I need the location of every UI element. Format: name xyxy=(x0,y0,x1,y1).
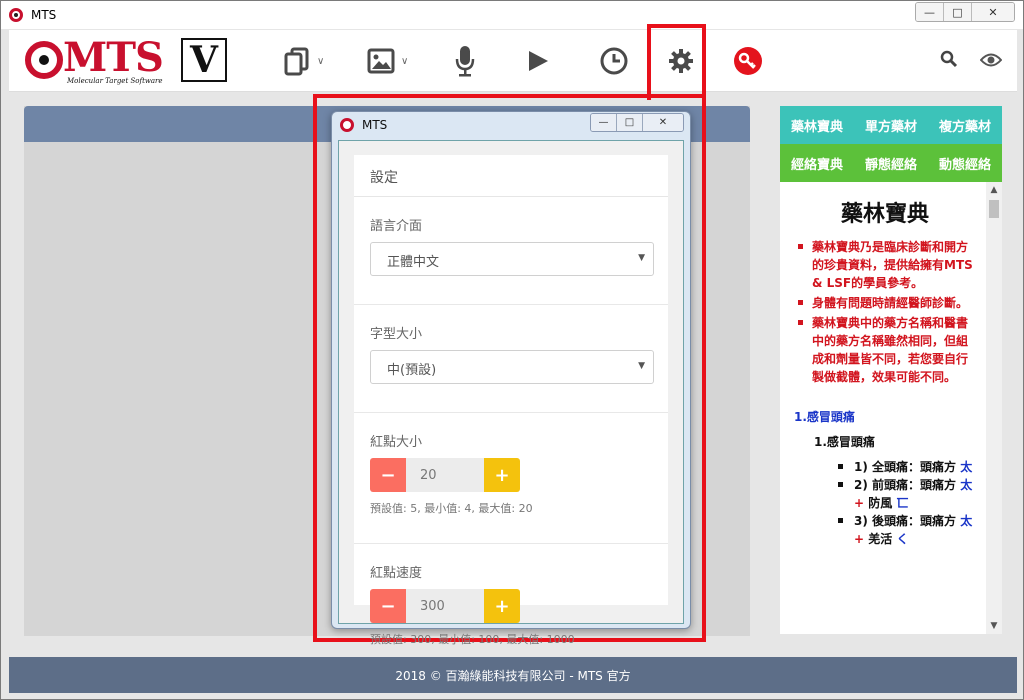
app-icon xyxy=(9,8,23,22)
formula-list: 1) 全頭痛：頭痛方 太 2) 前頭痛：頭痛方 太 + 防風 匸 3) 後頭痛：… xyxy=(836,458,976,548)
language-value: 正體中文 xyxy=(387,255,440,270)
dialog-title-bar: MTS — □ ✕ xyxy=(332,112,690,138)
chevron-down-icon: ∨ xyxy=(401,55,409,67)
font-size-section: 字型大小 中(預設) ▼ xyxy=(354,323,668,413)
font-size-select[interactable]: 中(預設) ▼ xyxy=(370,350,654,384)
sidebar-content: 藥林寶典 藥林寶典乃是臨床診斷和開方的珍貴資料，提供給擁有MTS & LSF的學… xyxy=(780,182,986,634)
note-item: 身體有問題時請經醫師診斷。 xyxy=(794,294,976,312)
chevron-down-icon: ▼ xyxy=(638,253,645,263)
tab-compound-herbs[interactable]: 複方藥材 xyxy=(928,106,1002,144)
app-toolbar: MTS Molecular Target Software V ∨ ∨ xyxy=(9,30,1017,92)
dot-speed-increase-button[interactable]: + xyxy=(484,589,520,623)
list-item: 3) 後頭痛：頭痛方 太 + 羌活 く xyxy=(836,512,976,548)
version-badge[interactable]: V xyxy=(181,38,227,82)
scroll-thumb[interactable] xyxy=(989,200,999,218)
scroll-down-icon[interactable]: ▼ xyxy=(986,618,1002,634)
dot-size-section: 紅點大小 − 20 + 預設值: 5, 最小值: 4, 最大值: 20 xyxy=(354,431,668,544)
settings-dialog: MTS — □ ✕ 設定 語言介面 正體中文 ▼ 字型大小 中(預設) ▼ 紅點… xyxy=(331,111,691,646)
highlight-settings-icon xyxy=(647,24,706,100)
copy-icon xyxy=(284,47,309,76)
eye-icon xyxy=(979,53,1003,67)
close-button[interactable]: ✕ xyxy=(972,3,1014,21)
sidebar-tabs-row-1: 藥林寶典 單方藥材 複方藥材 xyxy=(780,106,1002,144)
font-size-label: 字型大小 xyxy=(370,327,423,342)
play-icon xyxy=(529,51,548,71)
language-select[interactable]: 正體中文 ▼ xyxy=(370,242,654,276)
dot-speed-section: 紅點速度 − 300 + 預設值: 300, 最小值: 100, 最大值: 10… xyxy=(354,562,668,647)
sidebar-tabs-row-2: 經絡寶典 靜態經絡 動態經絡 xyxy=(780,144,1002,182)
dot-speed-hint: 預設值: 300, 最小值: 100, 最大值: 1000 xyxy=(370,633,575,646)
dot-size-stepper: − 20 + xyxy=(370,458,520,492)
window-title: MTS xyxy=(31,8,57,22)
title-bar: MTS — □ ✕ xyxy=(1,1,1023,29)
section-link[interactable]: 1.感冒頭痛 xyxy=(794,408,976,425)
formula-link[interactable]: 太 xyxy=(960,478,972,492)
list-item: 1) 全頭痛：頭痛方 太 xyxy=(836,458,976,476)
dot-speed-decrease-button[interactable]: − xyxy=(370,589,406,623)
window-controls: — □ ✕ xyxy=(915,2,1015,22)
dot-size-decrease-button[interactable]: − xyxy=(370,458,406,492)
dialog-close-button[interactable]: ✕ xyxy=(643,114,683,131)
logo-subtitle: Molecular Target Software xyxy=(67,77,163,85)
view-button[interactable] xyxy=(979,52,1003,72)
formula-link[interactable]: く xyxy=(896,532,908,546)
formula-link[interactable]: 太 xyxy=(960,514,972,528)
tab-dynamic-meridians[interactable]: 動態經絡 xyxy=(928,144,1002,182)
dot-size-label: 紅點大小 xyxy=(370,435,423,450)
note-item: 藥林寶典中的藥方名稱和醫書中的藥方名稱雖然相同，但組成和劑量皆不同，若您要自行製… xyxy=(794,314,976,386)
sidebar-scrollbar[interactable]: ▲ ▼ xyxy=(986,182,1002,634)
key-button[interactable] xyxy=(733,44,763,78)
tab-herb-encyclopedia[interactable]: 藥林寶典 xyxy=(780,106,854,144)
image-icon xyxy=(367,48,395,74)
mts-logo[interactable]: MTS Molecular Target Software xyxy=(25,34,175,86)
chevron-down-icon: ▼ xyxy=(638,361,645,371)
formula-link[interactable]: 匸 xyxy=(896,496,908,510)
dot-size-input[interactable]: 20 xyxy=(406,458,484,492)
sidebar-title: 藥林寶典 xyxy=(840,201,929,227)
font-size-value: 中(預設) xyxy=(387,363,437,378)
app-icon xyxy=(340,118,354,132)
microphone-icon xyxy=(455,46,475,77)
dot-speed-label: 紅點速度 xyxy=(370,566,423,581)
chevron-down-icon: ∨ xyxy=(317,55,325,67)
settings-card: 設定 語言介面 正體中文 ▼ 字型大小 中(預設) ▼ 紅點大小 − 20 + … xyxy=(354,155,668,646)
language-label: 語言介面 xyxy=(370,219,423,234)
scroll-up-icon[interactable]: ▲ xyxy=(986,182,1002,198)
tab-static-meridians[interactable]: 靜態經絡 xyxy=(854,144,928,182)
tab-single-herbs[interactable]: 單方藥材 xyxy=(854,106,928,144)
dot-size-increase-button[interactable]: + xyxy=(484,458,520,492)
footer: 2018 © 百瀚綠能科技有限公司 - MTS 官方 xyxy=(9,657,1017,693)
tab-meridian-encyclopedia[interactable]: 經絡寶典 xyxy=(780,144,854,182)
dialog-minimize-button[interactable]: — xyxy=(591,114,617,131)
dot-speed-input[interactable]: 300 xyxy=(406,589,484,623)
copy-menu-button[interactable]: ∨ xyxy=(283,44,324,78)
notes-list: 藥林寶典乃是臨床診斷和開方的珍貴資料，提供給擁有MTS & LSF的學員參考。 … xyxy=(794,238,976,386)
settings-header: 設定 xyxy=(354,155,668,197)
key-icon xyxy=(734,47,762,75)
dialog-body: 設定 語言介面 正體中文 ▼ 字型大小 中(預設) ▼ 紅點大小 − 20 + … xyxy=(338,140,684,646)
dialog-title: MTS xyxy=(362,118,388,132)
section-title: 1.感冒頭痛 xyxy=(814,435,875,449)
formula-link[interactable]: 太 xyxy=(960,460,972,474)
language-section: 語言介面 正體中文 ▼ xyxy=(354,215,668,305)
search-icon xyxy=(940,50,958,68)
microphone-button[interactable] xyxy=(455,44,475,78)
note-item: 藥林寶典乃是臨床診斷和開方的珍貴資料，提供給擁有MTS & LSF的學員參考。 xyxy=(794,238,976,292)
dot-speed-stepper: − 300 + xyxy=(370,589,520,623)
history-button[interactable] xyxy=(599,44,629,78)
dialog-maximize-button[interactable]: □ xyxy=(617,114,643,131)
logo-text: MTS xyxy=(63,34,164,81)
dot-size-hint: 預設值: 5, 最小值: 4, 最大值: 20 xyxy=(370,502,533,515)
dialog-window-controls: — □ ✕ xyxy=(590,113,684,132)
search-button[interactable] xyxy=(940,50,958,72)
logo-target-icon xyxy=(25,41,63,79)
minimize-button[interactable]: — xyxy=(916,3,944,21)
maximize-button[interactable]: □ xyxy=(944,3,972,21)
list-item: 2) 前頭痛：頭痛方 太 + 防風 匸 xyxy=(836,476,976,512)
reference-sidebar: 藥林寶典 單方藥材 複方藥材 經絡寶典 靜態經絡 動態經絡 藥林寶典 藥林寶典乃… xyxy=(780,106,1002,634)
clock-icon xyxy=(600,47,628,75)
play-button[interactable] xyxy=(527,44,549,78)
image-menu-button[interactable]: ∨ xyxy=(367,44,408,78)
